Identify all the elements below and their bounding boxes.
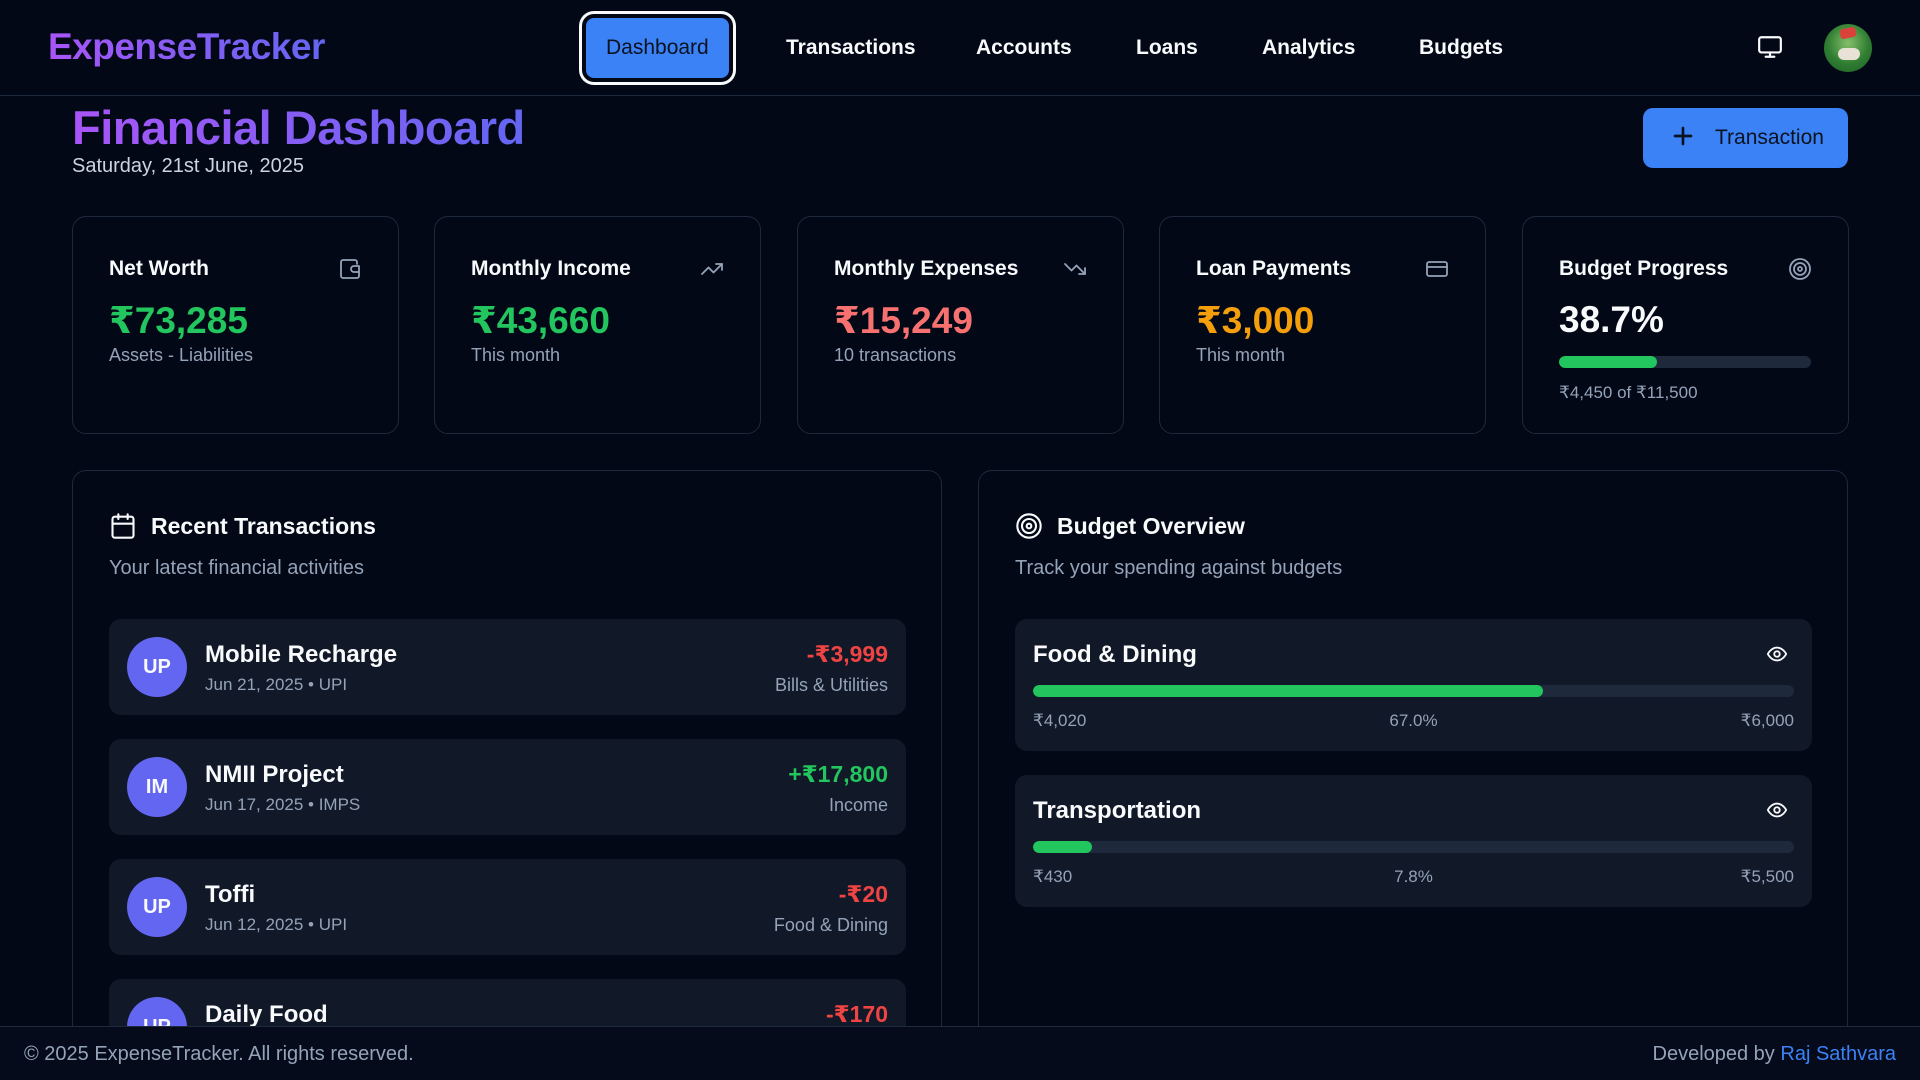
budget-name: Transportation <box>1033 797 1202 824</box>
nav-transactions[interactable]: Transactions <box>786 12 916 84</box>
transaction-amount: -₹170 <box>825 1001 888 1027</box>
stat-value: ₹15,249 <box>834 300 973 341</box>
budget-percent: 67.0% <box>1389 711 1438 730</box>
budget-limit: ₹5,500 <box>1740 867 1794 886</box>
top-navbar: ExpenseTracker Dashboard Transactions Ac… <box>0 0 1920 96</box>
target-icon <box>1015 511 1043 541</box>
transaction-amount: -₹3,999 <box>806 641 888 667</box>
transaction-category: Income <box>828 795 888 815</box>
transaction-name: NMII Project <box>205 761 344 788</box>
transaction-amount: +₹17,800 <box>788 761 888 787</box>
stat-title: Loan Payments <box>1196 257 1352 280</box>
transaction-category: Bills & Utilities <box>774 675 888 695</box>
trending-down-icon <box>1063 257 1087 281</box>
footer-credit: Developed by Raj Sathvara <box>1653 1043 1897 1066</box>
stat-subtext: This month <box>1196 345 1286 365</box>
footer-developed-by: Developed by <box>1652 1043 1775 1065</box>
stat-card-monthly-income: Monthly Income ₹43,660 This month <box>434 216 761 434</box>
stat-card-net-worth: Net Worth ₹73,285 Assets - Liabilities <box>72 216 399 434</box>
panel-subtitle: Your latest financial activities <box>109 557 364 579</box>
brand-logo[interactable]: ExpenseTracker <box>48 26 325 68</box>
nav-accounts[interactable]: Accounts <box>976 12 1072 84</box>
eye-icon[interactable] <box>1764 799 1790 821</box>
budget-progress-bar <box>1033 841 1794 853</box>
plus-icon <box>1667 120 1699 152</box>
budget-overview-panel: Budget Overview Track your spending agai… <box>978 470 1848 1080</box>
budget-item: Food & Dining ₹4,020 67.0% ₹6,000 <box>1015 619 1812 751</box>
transaction-badge: UP <box>127 637 187 697</box>
budget-progress-fill <box>1559 356 1657 368</box>
user-avatar[interactable] <box>1824 24 1872 72</box>
transaction-category: Food & Dining <box>773 915 888 935</box>
stat-subtext: 10 transactions <box>834 345 957 365</box>
avatar-image-detail <box>1838 48 1860 60</box>
stat-title: Budget Progress <box>1559 257 1729 280</box>
budget-progress-fill <box>1033 841 1093 853</box>
budget-progress-bar <box>1033 685 1794 697</box>
transaction-badge: UP <box>127 877 187 937</box>
developer-link[interactable]: Raj Sathvara <box>1780 1043 1896 1065</box>
stat-value: ₹3,000 <box>1196 300 1315 341</box>
stat-title: Monthly Income <box>471 257 631 280</box>
stat-subtext: This month <box>471 345 561 365</box>
transaction-meta: Jun 12, 2025 • UPI <box>205 915 348 934</box>
stat-value: ₹73,285 <box>109 300 248 341</box>
trending-up-icon <box>700 257 724 281</box>
wallet-icon <box>338 257 362 281</box>
budget-progress-fill <box>1033 685 1543 697</box>
target-icon <box>1788 257 1812 281</box>
stat-subtext: Assets - Liabilities <box>109 345 254 365</box>
eye-icon[interactable] <box>1764 643 1790 665</box>
budget-item: Transportation ₹430 7.8% ₹5,500 <box>1015 775 1812 907</box>
stat-card-monthly-expenses: Monthly Expenses ₹15,249 10 transactions <box>797 216 1124 434</box>
transaction-row[interactable]: UP Toffi Jun 12, 2025 • UPI -₹20 Food & … <box>109 859 906 955</box>
transaction-row[interactable]: UP Mobile Recharge Jun 21, 2025 • UPI -₹… <box>109 619 906 715</box>
transaction-row[interactable]: IM NMII Project Jun 17, 2025 • IMPS +₹17… <box>109 739 906 835</box>
stat-title: Monthly Expenses <box>834 257 1019 280</box>
avatar-image-detail <box>1839 26 1857 40</box>
transaction-badge: IM <box>127 757 187 817</box>
stat-card-budget-progress: Budget Progress 38.7% ₹4,450 of ₹11,500 <box>1522 216 1849 434</box>
panel-title: Budget Overview <box>1057 513 1245 539</box>
transaction-meta: Jun 21, 2025 • UPI <box>205 675 348 694</box>
footer: © 2025 ExpenseTracker. All rights reserv… <box>0 1026 1920 1080</box>
stat-value: ₹43,660 <box>471 300 610 341</box>
nav-budgets[interactable]: Budgets <box>1419 12 1503 84</box>
stat-value: 38.7% <box>1559 299 1664 340</box>
footer-copyright: © 2025 ExpenseTracker. All rights reserv… <box>24 1043 414 1065</box>
monitor-icon[interactable] <box>1756 34 1784 60</box>
panel-subtitle: Track your spending against budgets <box>1015 557 1343 579</box>
stat-title: Net Worth <box>109 257 209 280</box>
nav-loans[interactable]: Loans <box>1136 12 1198 84</box>
budget-name: Food & Dining <box>1033 641 1197 668</box>
budget-percent: 7.8% <box>1394 867 1433 886</box>
page-date: Saturday, 21st June, 2025 <box>72 155 305 177</box>
transaction-amount: -₹20 <box>838 881 888 907</box>
nav-analytics[interactable]: Analytics <box>1262 12 1355 84</box>
panel-title: Recent Transactions <box>151 513 376 539</box>
page-title: Financial Dashboard <box>72 101 525 154</box>
credit-card-icon <box>1425 257 1449 281</box>
add-transaction-label: Transaction <box>1715 126 1824 149</box>
stat-subtext: ₹4,450 of ₹11,500 <box>1559 383 1698 402</box>
add-transaction-button[interactable]: Transaction <box>1643 108 1848 168</box>
recent-transactions-panel: Recent Transactions Your latest financia… <box>72 470 942 1080</box>
transaction-meta: Jun 17, 2025 • IMPS <box>205 795 361 814</box>
calendar-icon <box>109 511 137 541</box>
transaction-name: Mobile Recharge <box>205 641 398 668</box>
transaction-name: Daily Food <box>205 1001 328 1028</box>
transaction-name: Toffi <box>205 881 256 908</box>
budget-limit: ₹6,000 <box>1740 711 1794 730</box>
stat-card-loan-payments: Loan Payments ₹3,000 This month <box>1159 216 1486 434</box>
budget-progress-bar <box>1559 356 1811 368</box>
nav-dashboard[interactable]: Dashboard <box>582 14 733 82</box>
